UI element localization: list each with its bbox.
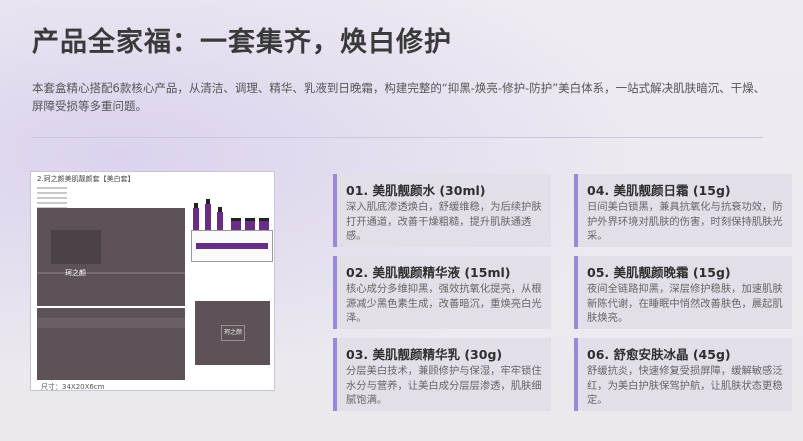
product-description: 分层美白技术，兼顾修护与保湿，牢牢锁住水分与营养，让美白成分层层渗透，肌肤细腻饱… [346,365,542,406]
gift-box-top: 珂之颜 [37,208,185,306]
gift-box-fold [37,272,185,274]
gift-box-insert [51,230,101,264]
product-card: 05. 美肌靓颜晚霜 (15g) 夜间全链路抑黑，深层修护稳肤，加速肌肤新陈代谢… [574,256,792,329]
bottle-icon [193,203,199,230]
gift-box-stripe [37,318,185,328]
bottle-icon [205,199,211,230]
gift-box-bottom [37,308,185,380]
bottle-icon [217,207,223,230]
product-description: 深入肌底渗透焕白，舒缓维稳，为后续护肤打开通道，改善干燥粗糙，提升肌肤通透感。 [346,201,542,242]
product-insert-card [191,230,273,262]
insert-card-band [196,243,268,249]
page-title: 产品全家福：一套集齐，焕白修护 [32,27,452,58]
product-card: 06. 舒愈安肤冰晶 (45g) 舒缓抗炎，快速修复受损屏障，缓解敏感泛红，为美… [574,338,792,411]
product-description: 日间美白锁黑，兼具抗氧化与抗衰功效，防护外界环境对肌肤的伤害，时刻保持肌肤光采。 [587,201,783,242]
product-title: 05. 美肌靓颜晚霜 (15g) [587,265,731,280]
product-card: 02. 美肌靓颜精华液 (15ml) 核心成分多维抑黑，强效抗氧化提亮，从根源减… [333,256,551,329]
product-card: 04. 美肌靓颜日霜 (15g) 日间美白锁黑，兼具抗氧化与抗衰功效，防护外界环… [574,174,792,247]
product-description: 舒缓抗炎，快速修复受损屏障，缓解敏感泛红，为美白护肤保驾护航，让肌肤状态更稳定。 [587,365,783,406]
product-image-caption: 2.珂之颜美肌靓颜套【美白套】 [37,175,135,183]
product-card: 01. 美肌靓颜水 (30ml) 深入肌底渗透焕白，舒缓维稳，为后续护肤打开通道… [333,174,551,247]
product-title: 04. 美肌靓颜日霜 (15g) [587,183,731,198]
product-title: 03. 美肌靓颜精华乳 (30g) [346,347,503,362]
intro-paragraph: 本套盒精心搭配6款核心产品，从清洁、调理、精华、乳液到日晚霜，构建完整的“抑黑-… [32,81,766,113]
product-description: 夜间全链路抑黑，深层修护稳肤，加速肌肤新陈代谢，在睡眠中悄然改善肤色，晨起肌肤焕… [587,283,783,324]
product-title: 06. 舒愈安肤冰晶 (45g) [587,347,731,362]
brand-logo: 珂之颜 [65,269,86,277]
divider [32,137,763,138]
jar-icon [259,218,269,230]
gift-box-side: 珂之颜 [195,301,270,365]
box-logo-mark: 珂之颜 [221,325,245,341]
product-card: 03. 美肌靓颜精华乳 (30g) 分层美白技术，兼顾修护与保湿，牢牢锁住水分与… [333,338,551,411]
product-description: 核心成分多维抑黑，强效抗氧化提亮，从根源减少黑色素生成，改善暗沉，重焕亮白光泽。 [346,283,542,324]
jar-icon [245,218,255,230]
product-title: 02. 美肌靓颜精华液 (15ml) [346,265,511,280]
product-title: 01. 美肌靓颜水 (30ml) [346,183,486,198]
product-image: 2.珂之颜美肌靓颜套【美白套】 珂之颜 珂之颜 尺寸：34X20X6cm [30,171,275,391]
jar-icon [231,218,241,230]
product-bottles [191,190,271,230]
size-label: 尺寸：34X20X6cm [41,383,105,391]
